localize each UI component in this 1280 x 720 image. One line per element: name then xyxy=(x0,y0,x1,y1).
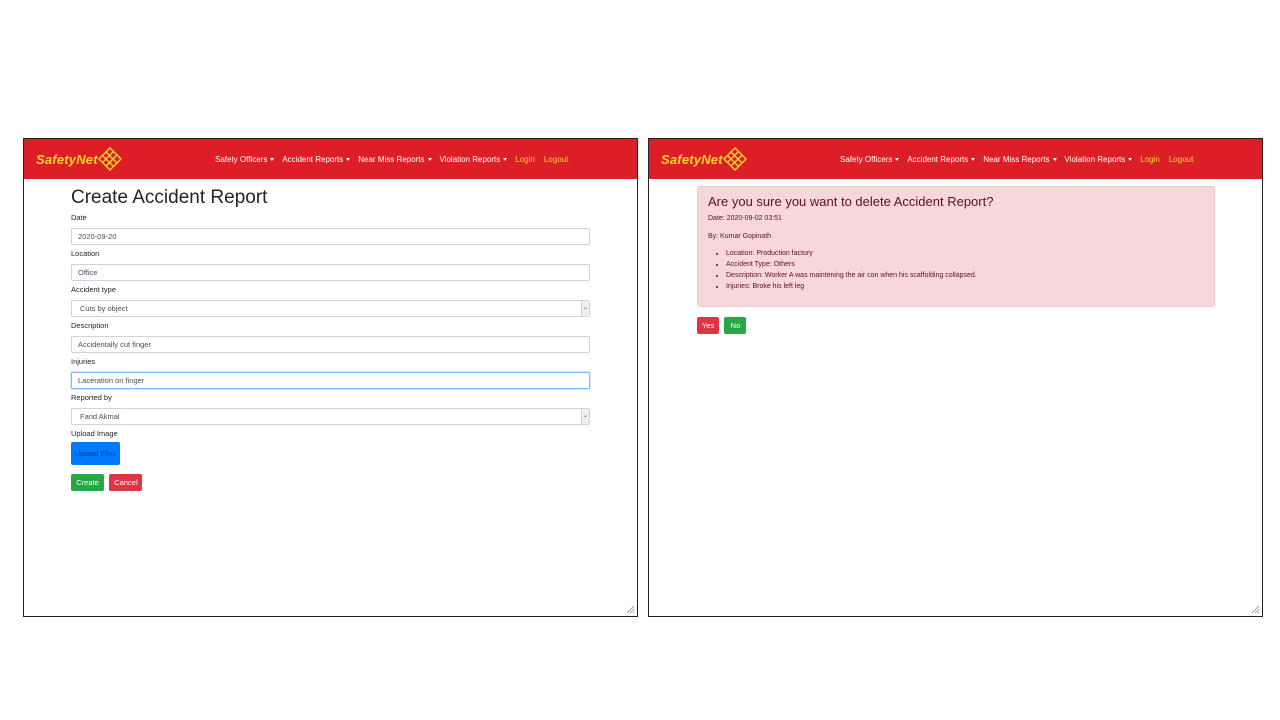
delete-report-window: SafetyNet Safety Officers Accident Repor… xyxy=(648,138,1263,617)
chevron-down-icon: ⌄ xyxy=(581,409,589,424)
reported-by-value: Farid Akmal xyxy=(80,412,120,421)
brand-logo[interactable]: SafetyNet xyxy=(661,147,749,171)
navbar: SafetyNet Safety Officers Accident Repor… xyxy=(649,139,1262,179)
reported-by-label: Reported by xyxy=(71,393,112,402)
caret-down-icon xyxy=(895,157,900,161)
description-label: Description xyxy=(71,321,109,330)
detail-description: Description: Worker A was maintening the… xyxy=(726,270,1214,281)
accident-type-value: Cuts by object xyxy=(80,304,128,313)
chevron-down-icon: ⌄ xyxy=(581,301,589,316)
caret-down-icon xyxy=(270,157,275,161)
injuries-field[interactable]: Laceration on finger xyxy=(71,372,590,389)
nav-login-link[interactable]: Login xyxy=(1140,155,1160,164)
delete-confirm-alert: Are you sure you want to delete Accident… xyxy=(697,186,1215,307)
nav-safety-officers[interactable]: Safety Officers xyxy=(215,155,275,164)
nav-safety-officers[interactable]: Safety Officers xyxy=(840,155,900,164)
form-actions: Create Cancel xyxy=(71,472,591,491)
date-field[interactable]: 2020-09-20 xyxy=(71,228,590,245)
main-nav: Safety Officers Accident Reports Near Mi… xyxy=(840,139,1202,179)
nav-accident-reports[interactable]: Accident Reports xyxy=(907,155,976,164)
caret-down-icon xyxy=(1128,157,1133,161)
brand-name: SafetyNet xyxy=(36,151,98,167)
detail-accident-type: Accident Type: Others xyxy=(726,259,1214,270)
net-icon xyxy=(97,147,122,171)
caret-down-icon xyxy=(971,157,976,161)
description-field[interactable]: Accidentally cut finger xyxy=(71,336,590,353)
upload-image-label: Upload Image xyxy=(71,429,118,438)
report-author: By: Kumar Gopinath xyxy=(708,233,772,240)
no-button[interactable]: No xyxy=(724,317,747,334)
nav-logout-link[interactable]: Logout xyxy=(1169,155,1193,164)
navbar: SafetyNet Safety Officers Accident Repor… xyxy=(24,139,637,179)
brand-logo[interactable]: SafetyNet xyxy=(36,147,124,171)
caret-down-icon xyxy=(427,157,432,161)
report-date: Date: 2020-09-02 03:51 xyxy=(708,215,782,222)
caret-down-icon xyxy=(1052,157,1057,161)
caret-down-icon xyxy=(503,157,508,161)
nav-logout-link[interactable]: Logout xyxy=(544,155,568,164)
net-icon xyxy=(722,147,747,171)
brand-name: SafetyNet xyxy=(661,151,723,167)
injuries-label: Injuries xyxy=(71,357,96,366)
upload-files-button[interactable]: Upload Files xyxy=(71,442,120,465)
confirm-actions: Yes No xyxy=(697,315,747,334)
resize-grip-icon[interactable] xyxy=(625,604,635,614)
nav-violation-reports[interactable]: Violation Reports xyxy=(440,155,508,164)
reported-by-select[interactable]: Farid Akmal ⌄ xyxy=(71,408,590,425)
page-title: Create Accident Report xyxy=(71,187,268,208)
nav-violation-reports[interactable]: Violation Reports xyxy=(1065,155,1133,164)
nav-near-miss-reports[interactable]: Near Miss Reports xyxy=(983,155,1057,164)
confirm-title: Are you sure you want to delete Accident… xyxy=(708,194,994,209)
cancel-button[interactable]: Cancel xyxy=(109,474,143,491)
accident-type-select[interactable]: Cuts by object ⌄ xyxy=(71,300,590,317)
nav-login-link[interactable]: Login xyxy=(515,155,535,164)
accident-type-label: Accident type xyxy=(71,285,117,294)
main-nav: Safety Officers Accident Reports Near Mi… xyxy=(215,139,577,179)
resize-grip-icon[interactable] xyxy=(1250,604,1260,614)
nav-near-miss-reports[interactable]: Near Miss Reports xyxy=(358,155,432,164)
location-field[interactable]: Office xyxy=(71,264,590,281)
detail-location: Location: Production factory xyxy=(726,248,1214,259)
create-accident-form: Create Accident Report Date 2020-09-20 L… xyxy=(71,187,591,491)
yes-button[interactable]: Yes xyxy=(697,317,719,334)
create-report-window: SafetyNet Safety Officers Accident Repor… xyxy=(23,138,638,617)
report-details-list: Location: Production factory Accident Ty… xyxy=(698,248,1214,292)
location-label: Location xyxy=(71,249,100,258)
date-label: Date xyxy=(71,213,87,222)
create-button[interactable]: Create xyxy=(71,474,104,491)
nav-accident-reports[interactable]: Accident Reports xyxy=(282,155,351,164)
detail-injuries: Injuries: Broke his left leg xyxy=(726,281,1214,292)
caret-down-icon xyxy=(346,157,351,161)
